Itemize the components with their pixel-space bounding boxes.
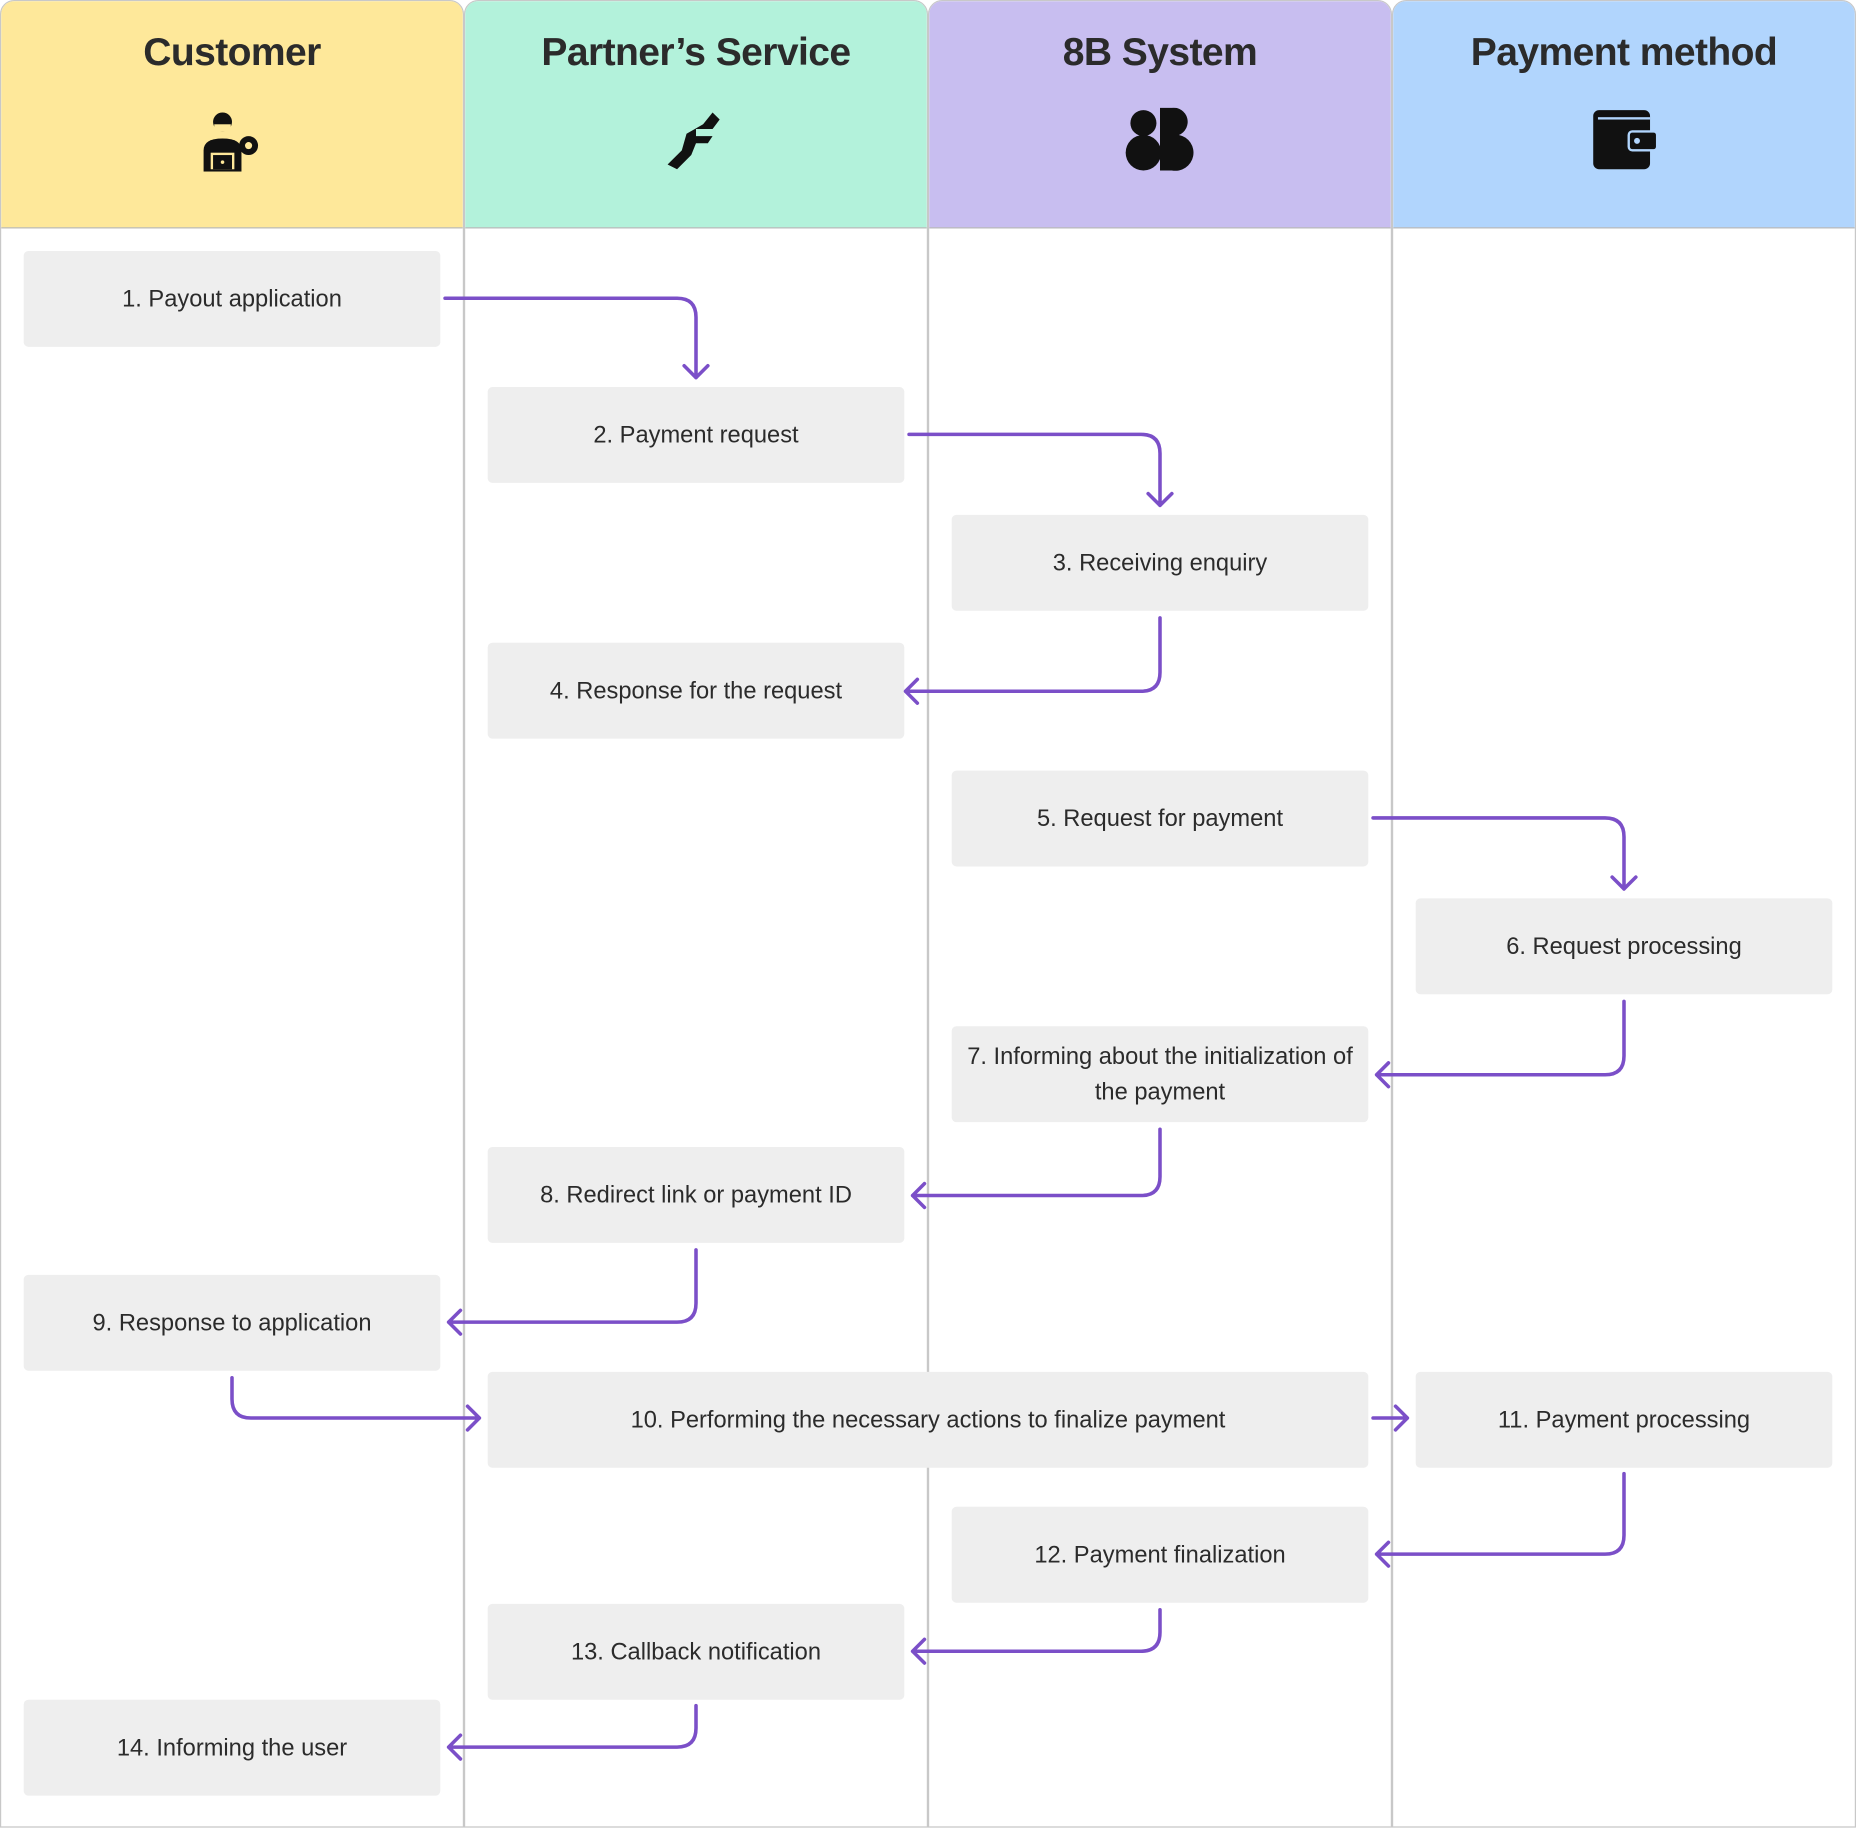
step-8: 8. Redirect link or payment ID bbox=[487, 1146, 905, 1243]
step-12: 12. Payment finalization bbox=[951, 1506, 1369, 1603]
step-4: 4. Response for the request bbox=[487, 642, 905, 739]
lane-header: Payment method bbox=[1393, 1, 1855, 229]
lane-title: Customer bbox=[143, 29, 321, 74]
step-6: 6. Request processing bbox=[1415, 898, 1833, 995]
lane-header: Customer bbox=[1, 1, 463, 229]
step-13: 13. Callback notification bbox=[487, 1603, 905, 1700]
step-5: 5. Request for payment bbox=[951, 770, 1369, 867]
step-10: 10. Performing the necessary actions to … bbox=[487, 1371, 1369, 1468]
wallet-icon bbox=[1593, 110, 1659, 170]
step-2: 2. Payment request bbox=[487, 387, 905, 483]
swimlane-diagram: Customer Partner’s Service 8B System Pay… bbox=[0, 0, 1856, 1828]
lane-title: Partner’s Service bbox=[541, 29, 851, 74]
customer-laptop-gear-icon bbox=[203, 112, 259, 172]
lane-header: 8B System bbox=[929, 1, 1391, 229]
step-11: 11. Payment processing bbox=[1415, 1371, 1833, 1468]
handshake-icon bbox=[667, 112, 720, 170]
step-7: 7. Informing about the initialization of… bbox=[951, 1026, 1369, 1123]
lane-partners-service: Partner’s Service bbox=[463, 0, 928, 1828]
lane-header: Partner’s Service bbox=[465, 1, 927, 229]
step-14: 14. Informing the user bbox=[23, 1699, 441, 1796]
step-3: 3. Receiving enquiry bbox=[951, 514, 1369, 611]
lane-title: 8B System bbox=[1062, 29, 1258, 74]
lane-title: Payment method bbox=[1470, 29, 1778, 74]
step-1: 1. Payout application bbox=[23, 250, 441, 347]
8b-logo-icon bbox=[1125, 107, 1194, 171]
step-9: 9. Response to application bbox=[23, 1274, 441, 1371]
